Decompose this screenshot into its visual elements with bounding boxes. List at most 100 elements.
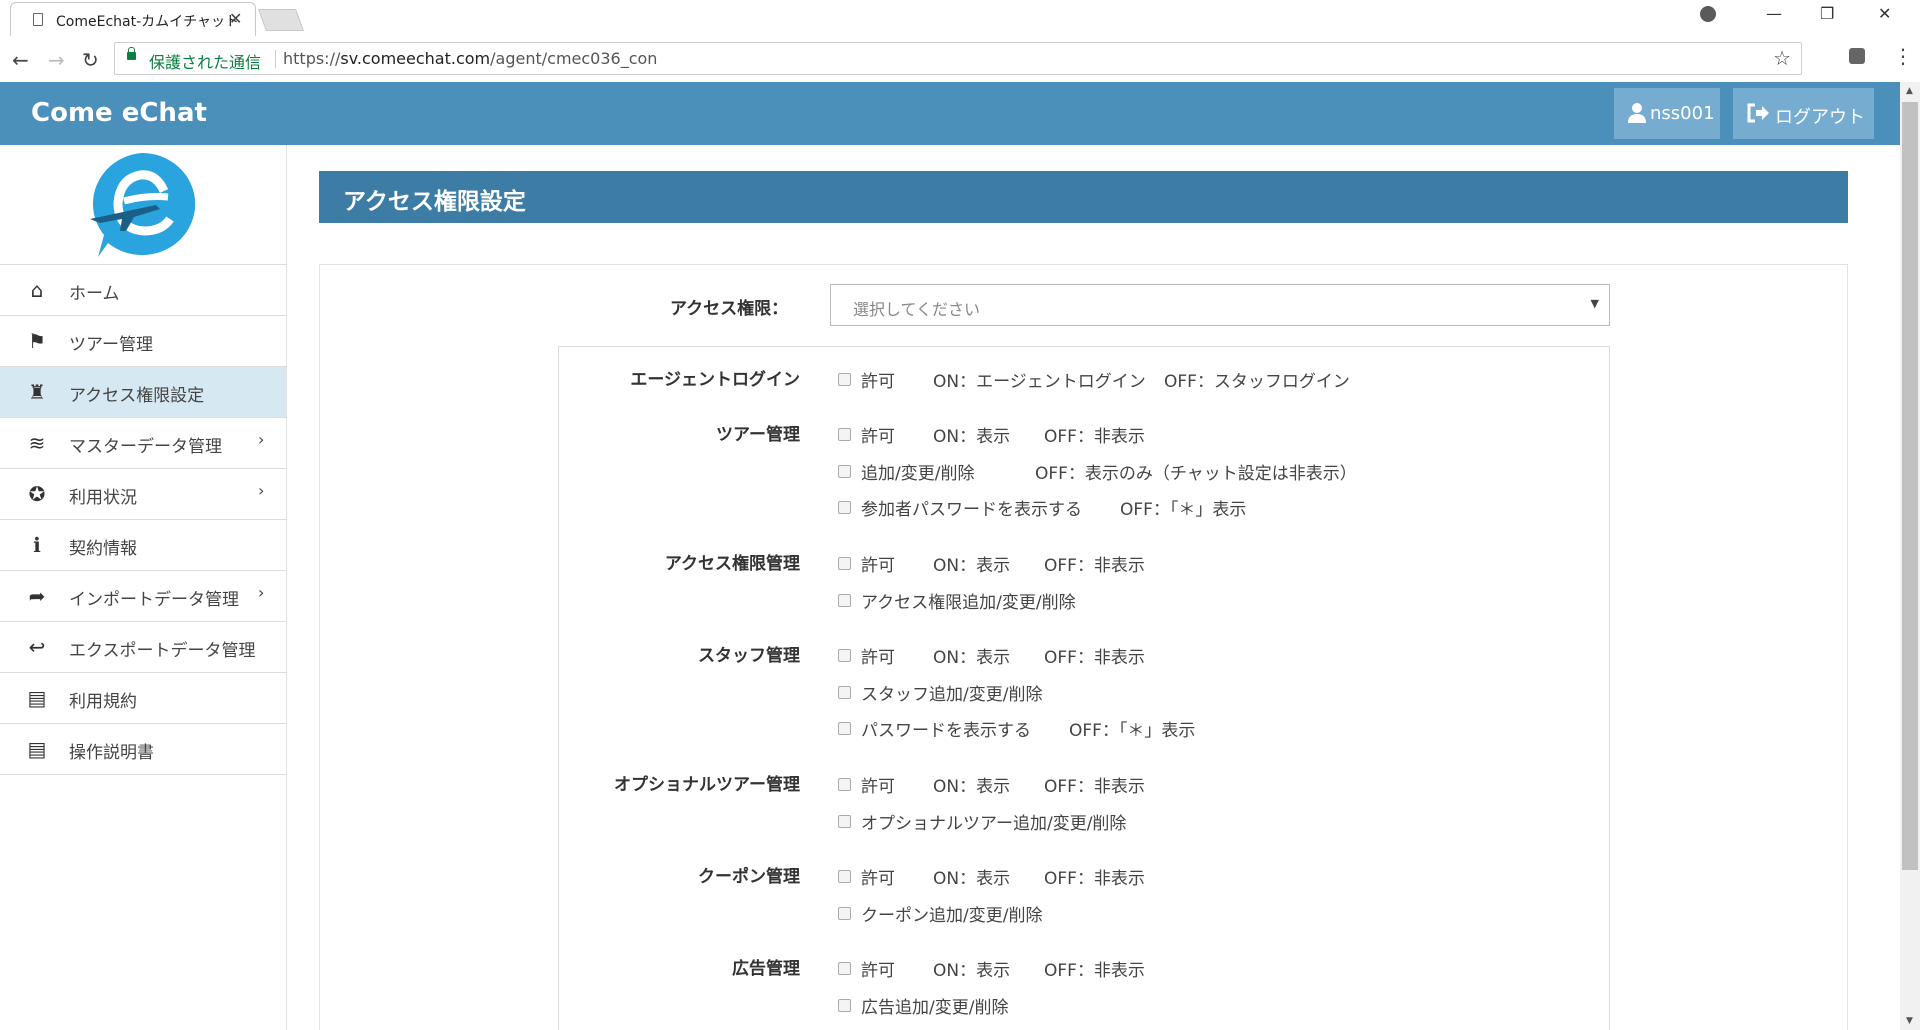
- checkbox[interactable]: [838, 998, 851, 1012]
- document-icon: [33, 13, 43, 26]
- share-icon: ➦: [28, 584, 46, 608]
- app-header: Come eChat nss001 ログアウト: [0, 82, 1900, 145]
- sidebar-item-label: 利用規約: [69, 692, 137, 712]
- permission-option[interactable]: クーポン追加/変更/削除: [838, 901, 1042, 926]
- permission-option[interactable]: 許可: [838, 864, 895, 889]
- user-secret-icon: ♜: [28, 380, 46, 404]
- book-icon: ▤: [27, 737, 47, 761]
- permission-option[interactable]: オプショナルツアー追加/変更/削除: [838, 809, 1126, 834]
- permission-group-label: スタッフ管理: [698, 646, 800, 666]
- menu-dots-icon[interactable]: ⋮: [1893, 44, 1913, 68]
- user-button[interactable]: nss001: [1614, 88, 1720, 139]
- permission-option[interactable]: 許可: [838, 551, 895, 576]
- reload-icon[interactable]: ↻: [82, 48, 99, 72]
- sidebar-item[interactable]: ⚑ ツアー管理: [0, 315, 286, 366]
- restore-icon[interactable]: ❐: [1820, 4, 1834, 23]
- permission-group-label: クーポン管理: [698, 867, 800, 887]
- url-text[interactable]: https://sv.comeechat.com/agent/cmec036_c…: [283, 49, 657, 68]
- checkbox[interactable]: [838, 593, 851, 607]
- url-path: /agent/cmec036_con: [490, 49, 658, 68]
- permission-option[interactable]: パスワードを表示する: [838, 716, 1031, 741]
- permission-option[interactable]: アクセス権限追加/変更/削除: [838, 588, 1076, 613]
- lock-icon: [127, 47, 136, 60]
- checkbox[interactable]: [838, 814, 851, 828]
- permission-group-label: ツアー管理: [716, 425, 800, 445]
- sidebar-item[interactable]: ▤ 操作説明書: [0, 723, 286, 775]
- forward-icon[interactable]: →: [48, 48, 65, 72]
- checkbox[interactable]: [838, 373, 851, 386]
- url-scheme: https://: [283, 49, 341, 68]
- checkbox[interactable]: [838, 906, 851, 920]
- sidebar-item[interactable]: ✪ 利用状況 ›: [0, 468, 286, 519]
- sidebar-item-label: 操作説明書: [69, 743, 154, 763]
- sidebar-item[interactable]: ℹ 契約情報: [0, 519, 286, 570]
- database-icon: ≋: [28, 431, 46, 455]
- sidebar-item[interactable]: ⌂ ホーム: [0, 264, 286, 315]
- sidebar-item-label: 利用状況: [69, 488, 137, 508]
- minimize-icon[interactable]: —: [1766, 4, 1782, 23]
- account-icon[interactable]: [1700, 6, 1716, 22]
- checkbox[interactable]: [838, 685, 851, 699]
- option-label: 許可: [861, 372, 895, 392]
- browser-tab-bar: ComeEchat-カムイチャット ✕ — ❐ ✕: [0, 0, 1920, 36]
- checkbox[interactable]: [838, 501, 851, 514]
- permission-option[interactable]: 許可: [838, 643, 895, 668]
- option-label: 参加者パスワードを表示する: [861, 500, 1082, 520]
- checkbox[interactable]: [838, 464, 851, 478]
- sidebar-item[interactable]: ≋ マスターデータ管理 ›: [0, 417, 286, 468]
- tab-title: ComeEchat-カムイチャット: [56, 14, 239, 30]
- permission-option[interactable]: 許可: [838, 772, 895, 797]
- book-icon: ▤: [27, 686, 47, 710]
- sidebar-menu: ⌂ ホーム ⚑ ツアー管理 ♜ アクセス権限設定 ≋ マスターデータ管理 › ✪ 利用状況 › ℹ 契約情…: [0, 264, 286, 775]
- sidebar-item[interactable]: ▤ 利用規約: [0, 672, 286, 723]
- option-note: ON：表示: [933, 648, 1011, 668]
- checkbox[interactable]: [838, 870, 851, 883]
- scroll-up-icon[interactable]: ▲: [1906, 86, 1913, 96]
- checkbox[interactable]: [838, 649, 851, 662]
- checkbox[interactable]: [838, 778, 851, 791]
- permission-option[interactable]: スタッフ追加/変更/削除: [838, 680, 1042, 705]
- browser-tab[interactable]: ComeEchat-カムイチャット ✕: [10, 2, 256, 36]
- checkbox[interactable]: [838, 722, 851, 735]
- option-note: ON：表示: [933, 961, 1011, 981]
- sidebar-item[interactable]: ➦ インポートデータ管理 ›: [0, 570, 286, 621]
- close-tab-icon[interactable]: ✕: [229, 9, 242, 28]
- scroll-down-icon[interactable]: ▼: [1906, 1016, 1913, 1026]
- sidebar-item[interactable]: ♜ アクセス権限設定: [0, 366, 286, 417]
- checkbox[interactable]: [838, 962, 851, 975]
- option-label: 許可: [861, 427, 895, 447]
- close-window-icon[interactable]: ✕: [1878, 4, 1891, 23]
- option-label: スタッフ追加/変更/削除: [861, 684, 1043, 705]
- option-note: ON：表示: [933, 427, 1011, 447]
- checkbox[interactable]: [838, 557, 851, 570]
- permission-option[interactable]: 許可: [838, 422, 895, 447]
- permission-option[interactable]: 追加/変更/削除: [838, 459, 974, 484]
- permission-option[interactable]: 参加者パスワードを表示する: [838, 495, 1082, 520]
- option-note: OFF：スタッフログイン: [1164, 372, 1350, 392]
- extension-icon[interactable]: [1849, 48, 1865, 64]
- option-label: 許可: [861, 961, 895, 981]
- reply-icon: ↩: [28, 635, 46, 659]
- access-level-select[interactable]: 選択してください ▼: [830, 284, 1610, 326]
- permission-group-label: 広告管理: [732, 959, 800, 979]
- back-icon[interactable]: ←: [12, 48, 29, 72]
- option-note: OFF：非表示: [1044, 556, 1145, 576]
- page-title: アクセス権限設定: [343, 189, 526, 215]
- permission-option[interactable]: 許可: [838, 956, 895, 981]
- bookmark-star-icon[interactable]: ☆: [1773, 46, 1791, 70]
- url-bar[interactable]: 保護された通信 https://sv.comeechat.com/agent/c…: [114, 42, 1802, 75]
- new-tab-button[interactable]: [257, 9, 305, 31]
- option-note: ON：エージェントログイン: [933, 372, 1146, 392]
- option-note: OFF：表示のみ（チャット設定は非表示）: [1035, 463, 1357, 484]
- page-scrollbar[interactable]: ▲ ▼: [1900, 82, 1920, 1030]
- scrollbar-thumb[interactable]: [1902, 102, 1918, 870]
- sidebar-item[interactable]: ↩ エクスポートデータ管理: [0, 621, 286, 672]
- logout-button[interactable]: ログアウト: [1733, 88, 1874, 139]
- permission-option[interactable]: 広告追加/変更/削除: [838, 993, 1008, 1018]
- chevron-right-icon: ›: [258, 430, 265, 449]
- brand-title[interactable]: Come eChat: [31, 98, 207, 128]
- app-logo[interactable]: [86, 151, 198, 259]
- permission-option[interactable]: 許可: [838, 367, 895, 392]
- select-placeholder: 選択してください: [853, 300, 981, 319]
- checkbox[interactable]: [838, 428, 851, 441]
